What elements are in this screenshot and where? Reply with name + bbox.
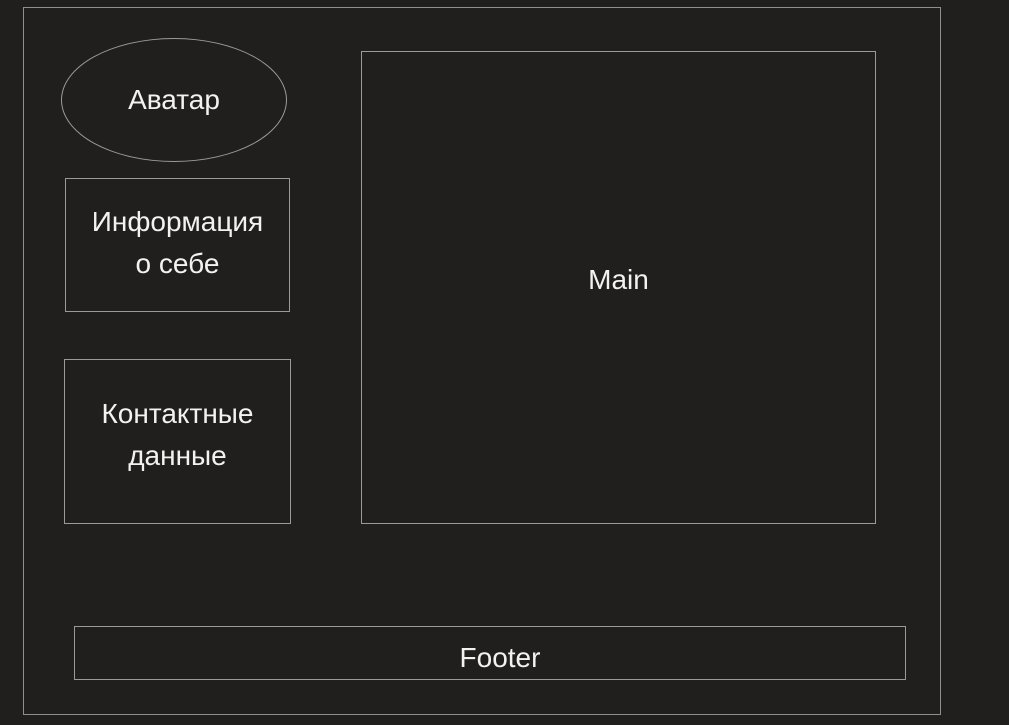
avatar-placeholder: Аватар xyxy=(61,38,287,162)
contact-info-label: Контактные данные xyxy=(101,397,254,471)
main-label: Main xyxy=(588,264,649,295)
footer-label: Footer xyxy=(459,642,541,673)
main-content-block: Main xyxy=(361,51,876,524)
about-me-block: Информация о себе xyxy=(65,178,290,312)
about-me-label: Информация о себе xyxy=(91,206,264,279)
contact-info-block: Контактные данные xyxy=(64,359,291,524)
avatar-label: Аватар xyxy=(128,84,220,115)
footer-block: Footer xyxy=(74,626,906,680)
